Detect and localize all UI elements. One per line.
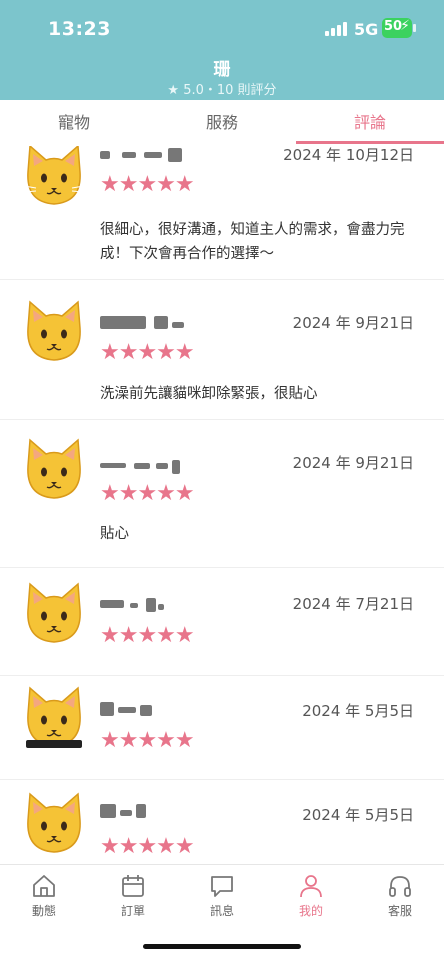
active-tab-indicator: [296, 141, 444, 144]
cat-face-avatar-icon: [27, 438, 81, 499]
user-name-redacted: [100, 702, 186, 716]
review-date: 2024 年 7月21日: [292, 595, 414, 613]
nav-label: 動態: [31, 904, 56, 918]
tab-bar: 寵物 服務 評論: [0, 100, 444, 146]
review-list[interactable]: 2024 年 10月12日 ★★★★★ 很細心，很好溝通，知道主人的需求，會盡力…: [0, 146, 444, 864]
nav-label: 客服: [387, 904, 412, 918]
user-name-redacted: [100, 804, 186, 818]
review-text: 洗澡前先讓貓咪卸除緊張，很貼心: [100, 386, 318, 402]
status-time: 13:23: [48, 18, 111, 40]
star-rating: ★★★★★: [100, 728, 195, 753]
battery-cap: [413, 24, 416, 32]
status-bar: 13:23 5G 50 ⚡: [0, 0, 444, 56]
user-name-redacted: [100, 148, 186, 162]
review-date: 2024 年 9月21日: [292, 314, 414, 332]
user-name-redacted: [100, 598, 186, 612]
review-item: 2024 年 9月21日 ★★★★★ 洗澡前先讓貓咪卸除緊張，很貼心: [0, 280, 444, 420]
review-item: 2024 年 5月5日 ★★★★★: [0, 780, 444, 864]
battery-icon: 50 ⚡: [382, 18, 412, 38]
cat-face-avatar-icon: [27, 792, 81, 853]
star-rating: ★★★★★: [100, 834, 195, 859]
nav-label: 訂單: [120, 904, 145, 918]
review-date: 2024 年 5月5日: [302, 806, 414, 824]
calendar-icon: [122, 875, 144, 897]
tab-services[interactable]: 服務: [148, 100, 296, 146]
home-indicator[interactable]: [143, 944, 301, 949]
review-date: 2024 年 10月12日: [283, 146, 414, 164]
tab-reviews[interactable]: 評論: [296, 100, 444, 146]
cat-face-avatar-icon: [23, 146, 85, 205]
review-date: 2024 年 5月5日: [302, 702, 414, 720]
cat-face-avatar-icon: [26, 686, 82, 748]
star-rating: ★★★★★: [100, 481, 195, 506]
rating-summary: ★ 5.0・10 則評分: [167, 83, 277, 98]
star-rating: ★★★★★: [100, 340, 195, 365]
chat-icon: [211, 876, 233, 897]
charging-icon: ⚡: [400, 18, 410, 34]
user-name-redacted: [100, 460, 186, 474]
nav-label: 訊息: [209, 904, 234, 918]
headset-icon: [389, 876, 411, 897]
nav-support[interactable]: 客服: [356, 873, 444, 929]
review-text: 很細心，很好溝通，知道主人的需求，會盡力完成！下次會再合作的選擇～: [100, 222, 405, 262]
review-item: 2024 年 5月5日 ★★★★★: [0, 676, 444, 780]
review-text: 貼心: [100, 526, 129, 542]
review-date: 2024 年 9月21日: [292, 454, 414, 472]
signal-icon: [325, 22, 347, 36]
nav-messages[interactable]: 訊息: [178, 873, 266, 929]
user-icon: [300, 875, 322, 898]
network-type: 5G: [354, 20, 379, 39]
star-rating: ★★★★★: [100, 623, 195, 648]
tab-pets[interactable]: 寵物: [0, 100, 148, 146]
page-title: 珊: [213, 60, 231, 80]
nav-label: 我的: [298, 904, 323, 918]
cat-face-avatar-icon: [27, 300, 81, 361]
home-icon: [33, 875, 55, 897]
review-item: 2024 年 9月21日 ★★★★★ 貼心: [0, 420, 444, 568]
star-rating: ★★★★★: [100, 172, 195, 197]
nav-feed[interactable]: 動態: [0, 873, 88, 929]
nav-me[interactable]: 我的: [267, 873, 355, 929]
app-header: 13:23 5G 50 ⚡ 珊 ★ 5.0・10 則評分: [0, 0, 444, 100]
user-name-redacted: [100, 316, 186, 330]
review-item: 2024 年 10月12日 ★★★★★ 很細心，很好溝通，知道主人的需求，會盡力…: [0, 146, 444, 280]
cat-face-avatar-icon: [27, 582, 81, 643]
review-item: 2024 年 7月21日 ★★★★★: [0, 568, 444, 676]
nav-orders[interactable]: 訂單: [89, 873, 177, 929]
